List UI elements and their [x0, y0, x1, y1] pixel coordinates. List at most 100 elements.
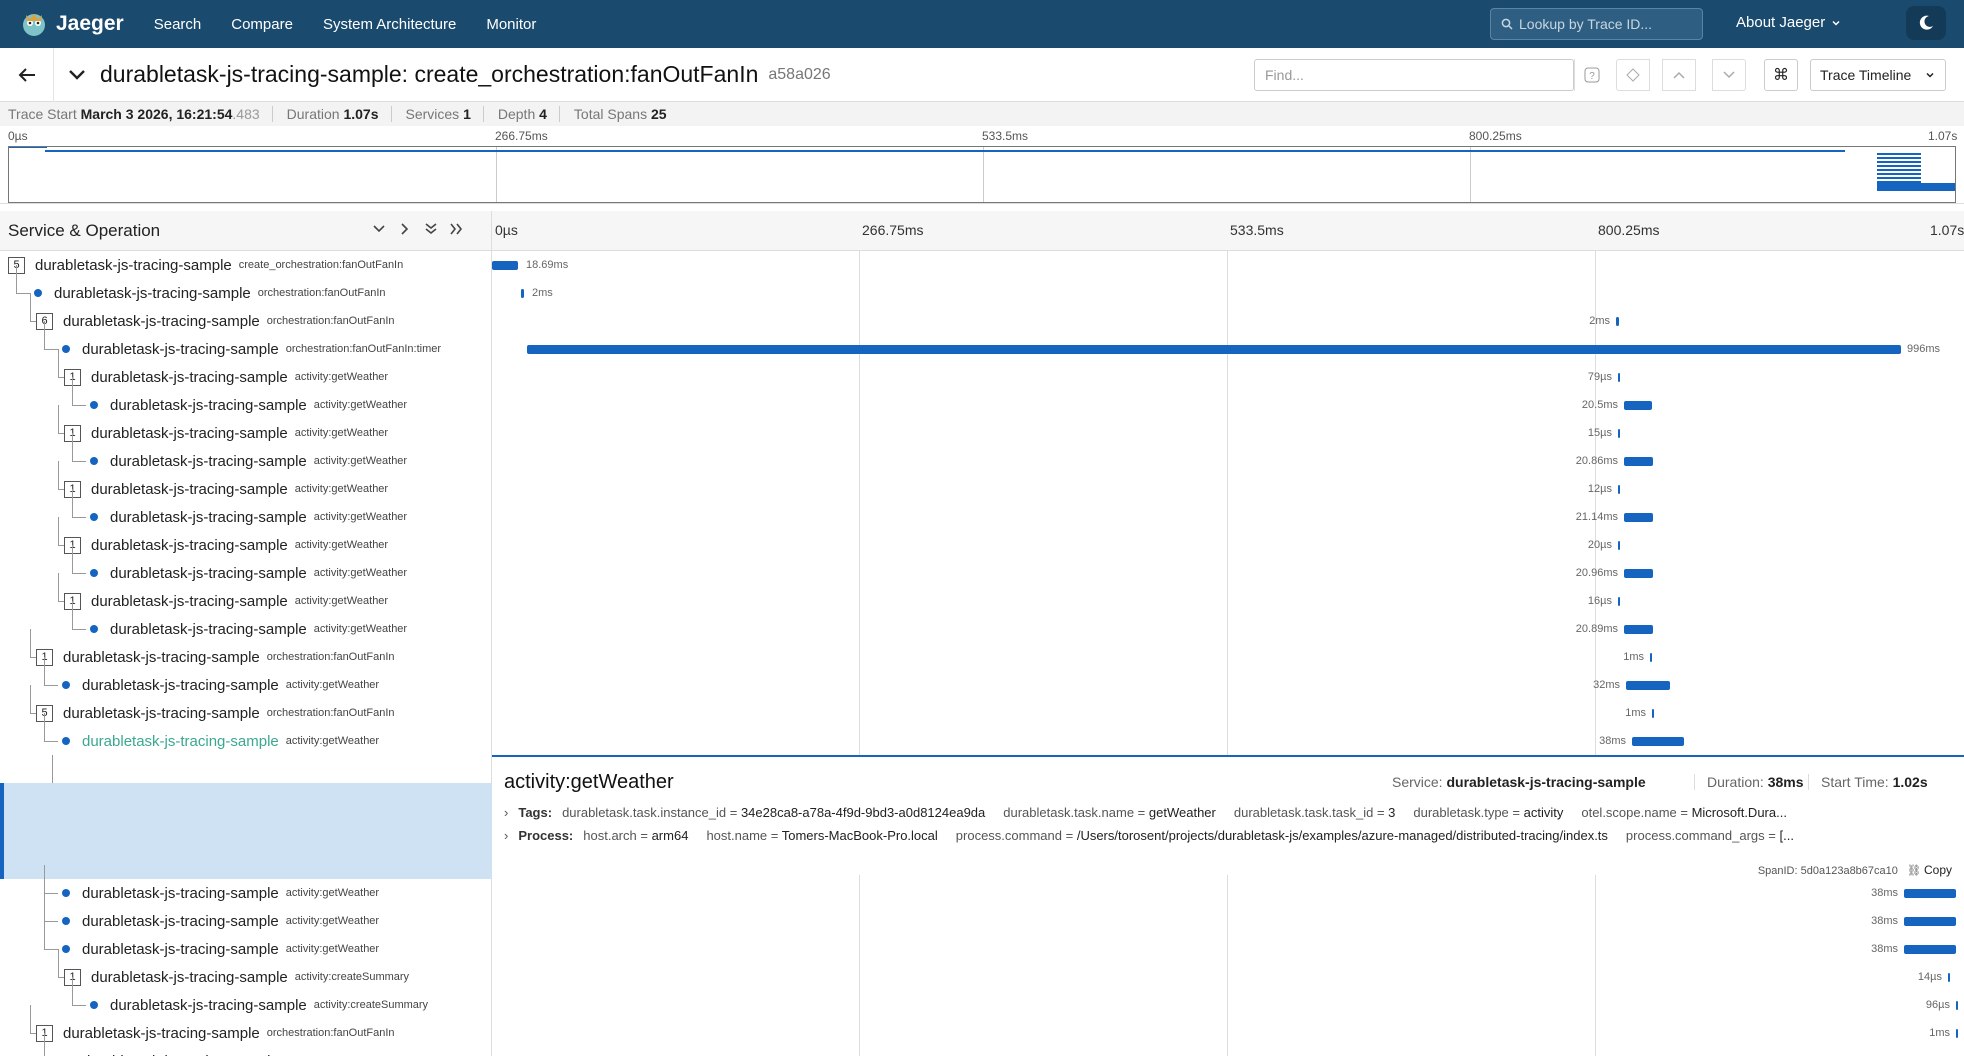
span-row[interactable]: 1durabletask-js-tracing-sampleactivity:g…: [0, 573, 491, 615]
span-row[interactable]: durabletask-js-tracing-sample activity:ge…: [0, 545, 491, 587]
span-bar[interactable]: [1618, 541, 1620, 550]
span-row[interactable]: durabletask-js-tracing-sample orchestrati…: [0, 265, 491, 307]
view-selector[interactable]: Trace Timeline: [1810, 59, 1946, 91]
next-match-button[interactable]: [1712, 59, 1746, 91]
nav-monitor[interactable]: Monitor: [486, 16, 536, 33]
span-row[interactable]: 1durabletask-js-tracing-sampleactivity:g…: [0, 349, 491, 391]
span-bar[interactable]: [1618, 429, 1620, 438]
span-row[interactable]: 1durabletask-js-tracing-sampleactivity:g…: [0, 461, 491, 503]
span-bar[interactable]: [1624, 457, 1653, 466]
operation-name: activity:getWeather: [294, 483, 389, 495]
span-dot-icon: [90, 569, 98, 577]
operation-name: activity:getWeather: [285, 679, 380, 691]
collapse-all-icon[interactable]: [424, 223, 438, 235]
span-row[interactable]: 1durabletask-js-tracing-sampleorchestrat…: [0, 629, 491, 671]
span-row[interactable]: durabletask-js-tracing-sample activity:ge…: [0, 865, 491, 907]
span-row[interactable]: 1durabletask-js-tracing-sampleactivity:g…: [0, 517, 491, 559]
span-bar[interactable]: [1624, 401, 1652, 410]
span-row[interactable]: durabletask-js-tracing-sample activity:ge…: [0, 377, 491, 419]
span-row[interactable]: durabletask-js-tracing-sample activity:ge…: [0, 489, 491, 531]
span-bar[interactable]: [1650, 653, 1652, 662]
operation-name: orchestration:fanOutFanIn: [266, 315, 395, 327]
expand-chevron-icon[interactable]: ›: [504, 805, 508, 820]
span-bar[interactable]: [1956, 1001, 1958, 1010]
span-row[interactable]: durabletask-js-tracing-sample activity:ge…: [0, 601, 491, 643]
span-row[interactable]: durabletask-js-tracing-sample: [0, 1033, 491, 1056]
minimap-canvas[interactable]: [8, 146, 1956, 203]
span-bar[interactable]: [1904, 889, 1956, 898]
tag-value: 3: [1388, 805, 1396, 820]
expand-chevron-icon[interactable]: ›: [504, 828, 508, 843]
span-row[interactable]: durabletask-js-tracing-sample activity:ge…: [0, 657, 491, 699]
nav-system-architecture[interactable]: System Architecture: [323, 16, 456, 33]
service-name: durabletask-js-tracing-sample: [54, 284, 251, 302]
span-bar[interactable]: [1652, 709, 1654, 718]
arrow-left-icon: [18, 67, 35, 82]
span-bar[interactable]: [1624, 625, 1653, 634]
timeline-header[interactable]: 0µs 266.75ms 533.5ms 800.25ms 1.07s: [492, 211, 1964, 251]
span-bar[interactable]: [1618, 485, 1620, 494]
back-button[interactable]: [0, 47, 54, 102]
about-jaeger-menu[interactable]: About Jaeger: [1736, 14, 1841, 31]
span-bar[interactable]: [1904, 945, 1956, 954]
span-bar[interactable]: [1904, 917, 1956, 926]
span-row[interactable]: durabletask-js-tracing-sample activity:ge…: [0, 713, 491, 755]
span-row[interactable]: 6durabletask-js-tracing-sampleorchestrat…: [0, 293, 491, 335]
span-row[interactable]: durabletask-js-tracing-sample activity:ge…: [0, 921, 491, 963]
span-bar[interactable]: [492, 261, 518, 270]
expand-one-icon[interactable]: [398, 223, 412, 235]
copy-button[interactable]: Copy: [1924, 863, 1952, 877]
locate-button[interactable]: [1616, 59, 1650, 91]
collapse-one-icon[interactable]: [372, 223, 386, 235]
span-bar[interactable]: [1956, 1029, 1958, 1038]
find-placeholder: Find...: [1265, 67, 1304, 83]
span-row[interactable]: durabletask-js-tracing-sample activity:cr…: [0, 977, 491, 1019]
span-bar[interactable]: [1632, 737, 1684, 746]
minimap-tick: 533.5ms: [982, 129, 1029, 143]
service-name: durabletask-js-tracing-sample: [91, 424, 288, 442]
span-row[interactable]: 1durabletask-js-tracing-sampleactivity:g…: [0, 405, 491, 447]
span-duration-label: 996ms: [1907, 343, 1941, 355]
span-row[interactable]: 5durabletask-js-tracing-sampleorchestrat…: [0, 685, 491, 727]
trace-minimap[interactable]: 0µs 266.75ms 533.5ms 800.25ms 1.07s: [0, 126, 1964, 204]
nav-search[interactable]: Search: [154, 16, 202, 33]
span-bar[interactable]: [1624, 513, 1653, 522]
previous-match-button[interactable]: [1662, 59, 1696, 91]
span-row[interactable]: 1durabletask-js-tracing-sampleactivity:c…: [0, 949, 491, 991]
span-bar[interactable]: [1618, 597, 1620, 606]
keyboard-shortcuts-button[interactable]: ⌘: [1764, 59, 1798, 91]
expand-all-icon[interactable]: [450, 223, 464, 235]
span-bar[interactable]: [1626, 681, 1670, 690]
span-bar[interactable]: [521, 289, 524, 298]
span-bar[interactable]: [1616, 317, 1619, 326]
nav-compare[interactable]: Compare: [231, 16, 293, 33]
span-bar[interactable]: [1948, 973, 1950, 982]
tag-equals: =: [1508, 805, 1524, 820]
tag-equals: =: [1373, 805, 1389, 820]
trace-id-lookup-input[interactable]: Lookup by Trace ID...: [1490, 8, 1703, 40]
span-bar[interactable]: [1624, 569, 1653, 578]
trace-header: durabletask-js-tracing-sample: create_or…: [0, 47, 1964, 102]
moon-icon: [1919, 15, 1933, 30]
span-duration-label: 18.69ms: [526, 259, 569, 271]
trace-title: durabletask-js-tracing-sample: create_or…: [100, 61, 759, 87]
theme-toggle-button[interactable]: [1906, 6, 1946, 40]
help-button[interactable]: ?: [1574, 59, 1608, 91]
span-row[interactable]: durabletask-js-tracing-sample orchestrati…: [0, 321, 491, 363]
tree-connector: [44, 685, 58, 686]
span-bar[interactable]: [1618, 373, 1620, 382]
jaeger-logo[interactable]: Jaeger: [20, 10, 124, 38]
tag-equals: =: [767, 828, 782, 843]
span-row[interactable]: durabletask-js-tracing-sample activity:ge…: [0, 433, 491, 475]
span-bar[interactable]: [527, 345, 1901, 354]
span-row[interactable]: durabletask-js-tracing-sample activity:ge…: [0, 893, 491, 935]
process-row[interactable]: › Process: host.arch = arm64 host.name = To…: [504, 828, 1812, 843]
tag-equals: =: [1676, 805, 1692, 820]
timeline-column: 0µs 266.75ms 533.5ms 800.25ms 1.07s 18.6…: [492, 211, 1964, 1056]
span-row[interactable]: 1durabletask-js-tracing-sampleorchestrat…: [0, 1005, 491, 1047]
span-dot-icon: [62, 889, 70, 897]
find-input[interactable]: Find...: [1254, 59, 1574, 91]
tags-row[interactable]: › Tags: durabletask.task.instance_id = 34e…: [504, 805, 1805, 820]
span-row[interactable]: 5durabletask-js-tracing-samplecreate_orc…: [0, 251, 491, 279]
collapse-header-chevron-icon[interactable]: [68, 69, 86, 81]
